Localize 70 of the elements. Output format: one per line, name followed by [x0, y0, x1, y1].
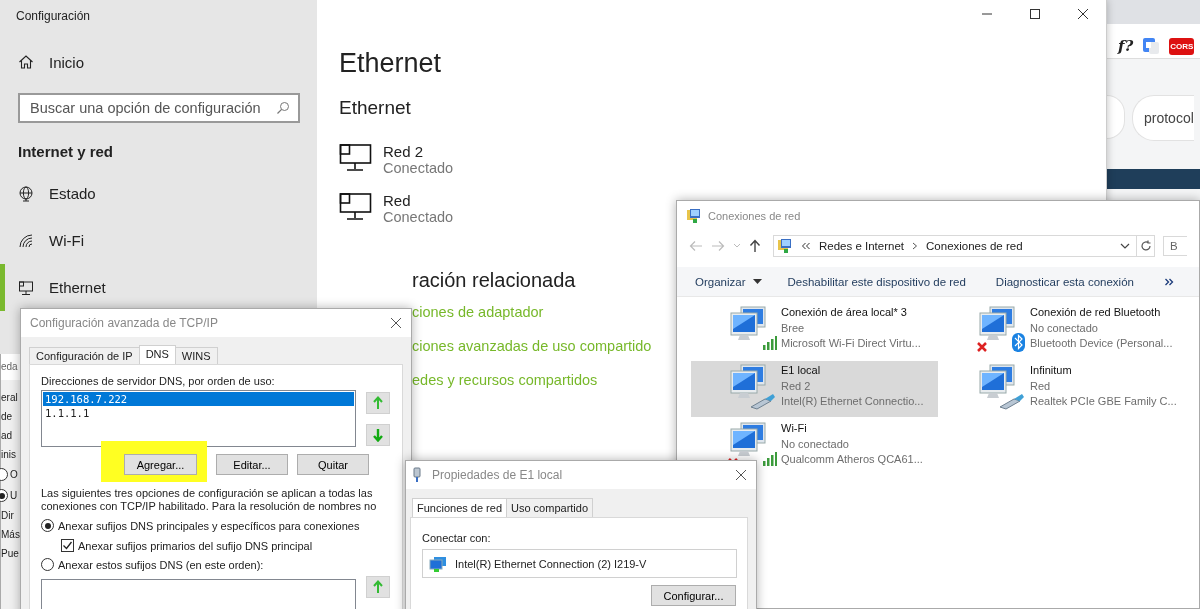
- extension-badge[interactable]: CORS: [1169, 37, 1195, 55]
- description-text: Las siguientes tres opciones de configuración se aplican a todas las conexiones con TCP/IP habilitado. Para la resolución de nombres no: [41, 487, 378, 513]
- connection-status: No conectado: [781, 436, 850, 452]
- dialog-text: Pue: [1, 548, 20, 559]
- dialog-text: Dir: [1, 510, 15, 521]
- chip[interactable]: protocol: [1132, 95, 1194, 141]
- page-title: Ethernet: [339, 48, 443, 79]
- adapter-name: Bluetooth Device (Personal...: [1030, 336, 1173, 351]
- adapter-name: Intel(R) Ethernet Connection (2) I219-V: [455, 557, 647, 570]
- list-label: Direcciones de servidor DNS, por orden de uso:: [41, 375, 276, 387]
- connection-status: Red: [1030, 378, 1052, 394]
- tab[interactable]: Funciones de red: [412, 498, 507, 517]
- section-heading: ración relacionada: [412, 269, 576, 292]
- connection-status: Bree: [781, 320, 806, 336]
- dialog-text: inis: [1, 449, 17, 460]
- configure-button[interactable]: Configurar...: [651, 585, 736, 606]
- connection-name: Wi-Fi: [781, 421, 808, 436]
- toolbar-button[interactable]: Diagnosticar esta conexión: [995, 275, 1134, 288]
- tab[interactable]: WINS: [174, 347, 218, 364]
- adapter-name: Microsoft Wi-Fi Direct Virtu...: [781, 336, 921, 351]
- window-title: Configuración avanzada de TCP/IP: [30, 316, 218, 330]
- network-status: Conectado: [383, 209, 454, 225]
- function-extension-icon[interactable]: f?: [1118, 37, 1134, 55]
- toolbar-button[interactable]: Deshabilitar este dispositivo de red: [787, 275, 966, 288]
- connection-status: Red 2: [781, 378, 812, 394]
- dialog-button[interactable]: Editar...: [216, 454, 288, 475]
- dialog-text: Más: [1, 529, 21, 540]
- radio-label: U: [10, 490, 18, 501]
- connection-name: Conexión de red Bluetooth: [1030, 305, 1162, 320]
- dialog-text: ad: [1, 430, 14, 441]
- tab[interactable]: Uso compartido: [506, 498, 594, 517]
- connection-name: E1 local: [781, 363, 822, 378]
- tab[interactable]: Configuración de IP: [29, 347, 140, 364]
- breadcrumb-item[interactable]: Conexiones de red: [926, 240, 1023, 252]
- nav-item[interactable]: Estado: [0, 170, 317, 217]
- tab[interactable]: DNS: [138, 345, 176, 364]
- section-heading: Ethernet: [339, 97, 412, 119]
- list-item[interactable]: 192.168.7.222: [43, 392, 354, 406]
- window-title: Propiedades de E1 local: [432, 468, 564, 482]
- dialog-text: de: [1, 411, 14, 422]
- home-nav-item[interactable]: Inicio: [0, 47, 317, 77]
- nav-item[interactable]: Wi-Fi: [0, 217, 317, 264]
- connection-status: No conectado: [1030, 320, 1099, 336]
- network-status: Conectado: [383, 160, 454, 176]
- breadcrumb-item[interactable]: Redes e Internet: [819, 240, 905, 252]
- field-label: Conectar con:: [422, 532, 492, 544]
- toolbar-button[interactable]: Organizar: [695, 275, 762, 288]
- section-heading: Internet y red: [17, 142, 115, 162]
- network-name[interactable]: Red: [383, 192, 454, 209]
- search-field[interactable]: Buscar una opción de configuración: [18, 93, 300, 123]
- connection-item[interactable]: Infinitum Red Realtek PCIe GBE Family C...: [940, 361, 1200, 417]
- connection-item[interactable]: Conexión de red Bluetooth No conectado Bluetooth Device (Personal...: [940, 303, 1200, 359]
- window-title: Conexiones de red: [708, 210, 801, 222]
- address-bar[interactable]: Redes e Internet Conexiones de red: [773, 235, 1137, 257]
- connection-item[interactable]: Conexión de área local* 3 Bree Microsoft Wi-Fi Direct Virtu...: [691, 303, 938, 359]
- network-name[interactable]: Red 2: [383, 143, 454, 160]
- connection-name: Infinitum: [1030, 363, 1073, 378]
- connection-item[interactable]: E1 local Red 2 Intel(R) Ethernet Connectio...: [691, 361, 938, 417]
- connection-name: Conexión de área local* 3: [781, 305, 908, 320]
- adapter-name: Qualcomm Atheros QCA61...: [781, 452, 923, 467]
- option-label: Anexar sufijos DNS principales y específicos para conexiones: [58, 519, 360, 532]
- option-label: Anexar sufijos primarios del sufijo DNS principal: [78, 539, 313, 552]
- radio-label: O: [10, 469, 18, 480]
- dialog-button[interactable]: Quitar: [297, 454, 369, 475]
- adapter-name: Intel(R) Ethernet Connectio...: [781, 394, 924, 409]
- option-label: Anexar estos sufijos DNS (en este orden):: [58, 558, 264, 571]
- window-title: Configuración: [15, 8, 92, 23]
- list-item[interactable]: 1.1.1.1: [43, 406, 354, 420]
- adapter-name: Realtek PCIe GBE Family C...: [1030, 394, 1177, 409]
- add-button[interactable]: Agregar...: [124, 454, 197, 475]
